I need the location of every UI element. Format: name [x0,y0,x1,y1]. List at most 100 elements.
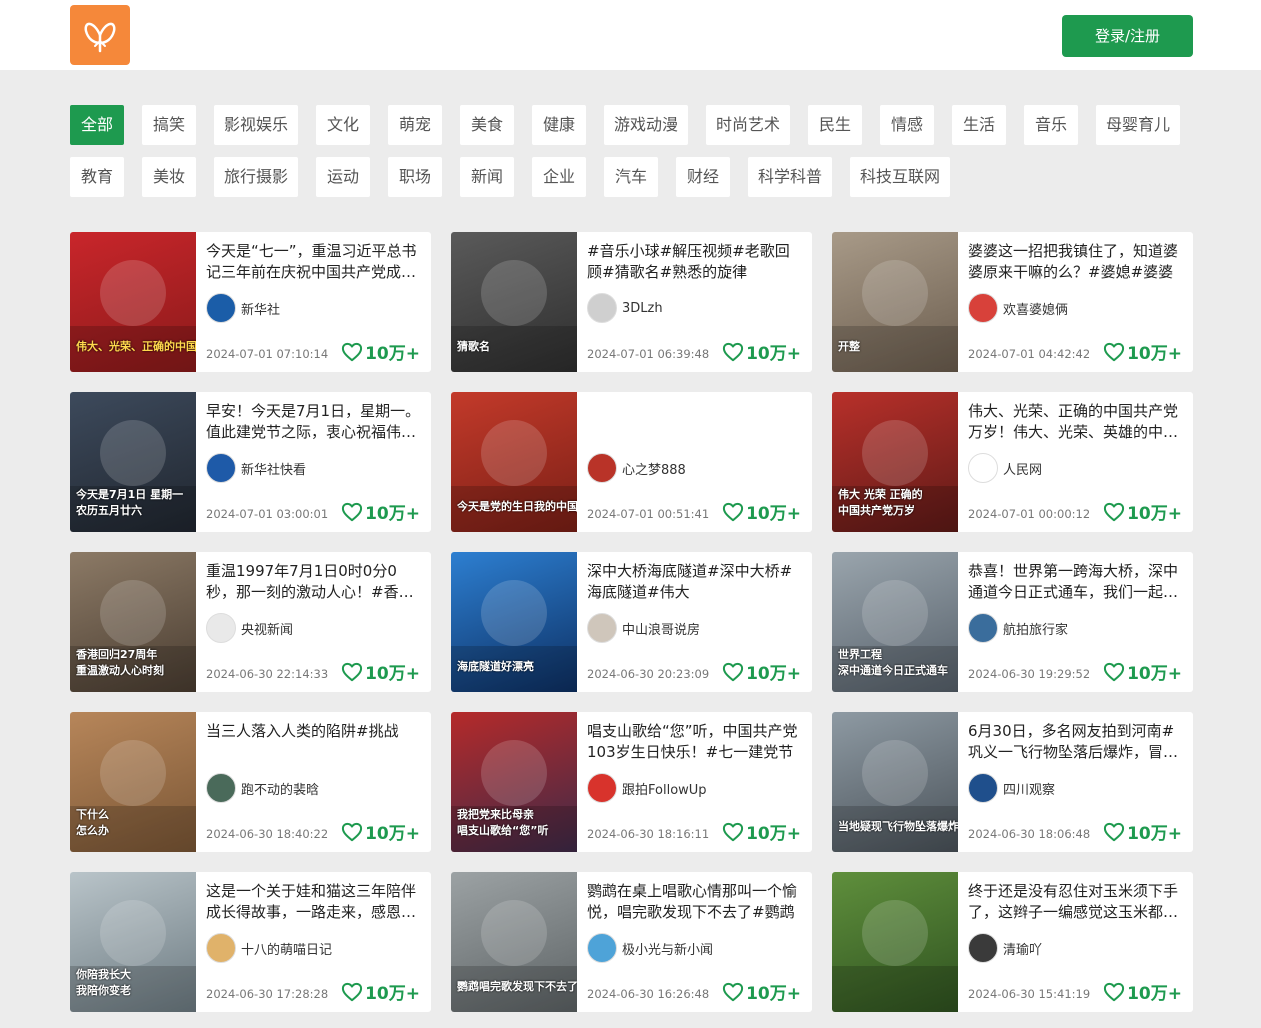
video-card[interactable]: 今天是党的生日我的中国 心之梦888 2024-07-01 00:51:41 10万+ [451,392,812,532]
category-tab[interactable]: 情感 [880,105,935,145]
video-card[interactable]: 你陪我长大我陪你变老这是一个关于娃和猫这三年陪伴成长得故事，一路走来，感恩陪伴十… [70,872,431,1012]
video-card[interactable]: 我把党来比母亲 唱支山歌给“您”听 唱支山歌给“您”听，中国共产党103岁生日快乐！… [451,712,812,852]
video-thumbnail[interactable]: 海底隧道好漂亮 [451,552,577,692]
category-tab[interactable]: 时尚艺术 [706,105,791,145]
category-tab[interactable]: 旅行摄影 [214,157,299,197]
author-info[interactable]: 人民网 [968,453,1042,483]
video-title[interactable]: 早安！今天是7月1日，星期一。值此建党节之际，衷心祝福伟大的党 [206,401,421,445]
like-count[interactable]: 10万+ [1103,659,1182,684]
category-tab[interactable]: 新闻 [460,157,515,197]
author-info[interactable]: 新华社快看 [206,453,306,483]
category-tab[interactable]: 汽车 [604,157,659,197]
video-card[interactable]: 下什么 怎么办 当三人落入人类的陷阱#挑战 跑不动的裴晗 2024-06-30 18:4… [70,712,431,852]
category-tab[interactable]: 教育 [70,157,124,197]
video-thumbnail[interactable]: 当地疑现飞行物坠落爆炸 [832,712,958,852]
like-count[interactable]: 10万+ [341,819,420,844]
category-tab[interactable]: 职场 [388,157,443,197]
video-title[interactable]: 伟大、光荣、正确的中国共产党万岁！伟大、光荣、英雄的中国人民万岁！ [968,401,1183,445]
video-title[interactable] [587,401,802,445]
author-info[interactable]: 跟拍FollowUp [587,773,707,803]
category-tab[interactable]: 游戏动漫 [604,105,689,145]
author-info[interactable]: 欢喜婆媳俩 [968,293,1068,323]
author-info[interactable]: 十八的萌喵日记 [206,933,332,963]
author-info[interactable]: 航拍旅行家 [968,613,1068,643]
author-info[interactable]: 心之梦888 [587,453,686,483]
category-tab[interactable]: 企业 [532,157,587,197]
video-card[interactable]: 今天是7月1日 星期一 农历五月廿六 早安！今天是7月1日，星期一。值此建党节之际，… [70,392,431,532]
video-card[interactable]: 猜歌名 #音乐小球#解压视频#老歌回顾#猜歌名#熟悉的旋律 3DLzh 2024-07… [451,232,812,372]
video-thumbnail[interactable]: 香港回归27周年 重温激动人心时刻 [70,552,196,692]
like-count[interactable]: 10万+ [1103,979,1182,1004]
like-count[interactable]: 10万+ [341,499,420,524]
category-tab[interactable]: 美食 [460,105,515,145]
video-card[interactable]: 世界工程 深中通道今日正式通车 恭喜！世界第一跨海大桥，深中通道今日正式通车，我们一… [832,552,1193,692]
video-title[interactable]: 6月30日，多名网友拍到河南#巩义一飞行物坠落后爆炸，冒出火光 [968,721,1183,765]
like-count[interactable]: 10万+ [722,819,801,844]
author-info[interactable]: 清瑜吖 [968,933,1042,963]
category-tab[interactable]: 科技互联网 [850,157,951,197]
category-tab[interactable]: 健康 [532,105,587,145]
author-info[interactable]: 跑不动的裴晗 [206,773,319,803]
like-count[interactable]: 10万+ [722,499,801,524]
video-thumbnail[interactable]: 伟大 光荣 正确的 中国共产党万岁 [832,392,958,532]
video-title[interactable]: 深中大桥海底隧道#深中大桥#海底隧道#伟大 [587,561,802,605]
video-thumbnail[interactable]: 今天是党的生日我的中国 [451,392,577,532]
like-count[interactable]: 10万+ [341,659,420,684]
author-info[interactable]: 央视新闻 [206,613,293,643]
author-info[interactable]: 3DLzh [587,293,663,323]
video-title[interactable]: 重温1997年7月1日0时0分0秒，那一刻的激动人心！#香港回归27周年 [206,561,421,605]
video-thumbnail[interactable]: 猜歌名 [451,232,577,372]
video-thumbnail[interactable]: 开整 [832,232,958,372]
like-count[interactable]: 10万+ [341,339,420,364]
category-tab[interactable]: 影视娱乐 [214,105,299,145]
video-title[interactable]: 终于还是没有忍住对玉米须下手了，这辫子一编感觉这玉米都精神了 [968,881,1183,925]
category-tab[interactable]: 财经 [676,157,731,197]
video-thumbnail[interactable]: 伟大、光荣、正确的中国共产党万岁！ [70,232,196,372]
video-card[interactable]: 伟大 光荣 正确的 中国共产党万岁 伟大、光荣、正确的中国共产党万岁！伟大、光荣、英… [832,392,1193,532]
video-card[interactable]: 香港回归27周年 重温激动人心时刻 重温1997年7月1日0时0分0秒，那一刻的激动… [70,552,431,692]
category-tab[interactable]: 文化 [316,105,371,145]
video-card[interactable]: 鹦鹉唱完歌发现下不去了 鹦鹉在桌上唱歌心情那叫一个愉悦，唱完歌发现下不去了#鹦鹉极… [451,872,812,1012]
category-tab[interactable]: 搞笑 [142,105,196,145]
video-thumbnail[interactable]: 今天是7月1日 星期一 农历五月廿六 [70,392,196,532]
category-tab[interactable]: 母婴育儿 [1096,105,1181,145]
like-count[interactable]: 10万+ [722,339,801,364]
video-thumbnail[interactable]: 下什么 怎么办 [70,712,196,852]
video-title[interactable]: 恭喜！世界第一跨海大桥，深中通道今日正式通车，我们一起去看看 [968,561,1183,605]
video-card[interactable]: 伟大、光荣、正确的中国共产党万岁！ 今天是“七一”，重温习近平总书记三年前在庆祝中… [70,232,431,372]
video-title[interactable]: 鹦鹉在桌上唱歌心情那叫一个愉悦，唱完歌发现下不去了#鹦鹉 [587,881,802,925]
category-tab[interactable]: 全部 [70,105,124,145]
video-card[interactable]: 终于还是没有忍住对玉米须下手了，这辫子一编感觉这玉米都精神了清瑜吖 2024-06… [832,872,1193,1012]
video-title[interactable]: 唱支山歌给“您”听，中国共产党103岁生日快乐！#七一建党节 [587,721,802,765]
like-count[interactable]: 10万+ [341,979,420,1004]
category-tab[interactable]: 民生 [808,105,863,145]
video-title[interactable]: 今天是“七一”，重温习近平总书记三年前在庆祝中国共产党成立100周年大会上的讲话 [206,241,421,285]
category-tab[interactable]: 萌宠 [388,105,443,145]
video-thumbnail[interactable] [832,872,958,1012]
video-title[interactable]: #音乐小球#解压视频#老歌回顾#猜歌名#熟悉的旋律 [587,241,802,285]
author-info[interactable]: 极小光与新小闻 [587,933,713,963]
like-count[interactable]: 10万+ [722,659,801,684]
author-info[interactable]: 四川观察 [968,773,1055,803]
video-card[interactable]: 开整 婆婆这一招把我镇住了，知道婆婆原来干嘛的么？#婆媳#婆婆 欢喜婆媳俩 2024-… [832,232,1193,372]
video-title[interactable]: 婆婆这一招把我镇住了，知道婆婆原来干嘛的么？#婆媳#婆婆 [968,241,1183,285]
category-tab[interactable]: 运动 [316,157,371,197]
category-tab[interactable]: 音乐 [1024,105,1079,145]
like-count[interactable]: 10万+ [1103,819,1182,844]
video-title[interactable]: 这是一个关于娃和猫这三年陪伴成长得故事，一路走来，感恩陪伴 [206,881,421,925]
like-count[interactable]: 10万+ [1103,499,1182,524]
category-tab[interactable]: 生活 [952,105,1007,145]
author-info[interactable]: 新华社 [206,293,280,323]
category-tab[interactable]: 科学科普 [748,157,833,197]
like-count[interactable]: 10万+ [1103,339,1182,364]
video-thumbnail[interactable]: 鹦鹉唱完歌发现下不去了 [451,872,577,1012]
video-title[interactable]: 当三人落入人类的陷阱#挑战 [206,721,421,765]
video-thumbnail[interactable]: 世界工程 深中通道今日正式通车 [832,552,958,692]
site-logo[interactable] [70,5,130,65]
category-tab[interactable]: 美妆 [142,157,196,197]
like-count[interactable]: 10万+ [722,979,801,1004]
video-thumbnail[interactable]: 你陪我长大 我陪你变老 [70,872,196,1012]
video-thumbnail[interactable]: 我把党来比母亲 唱支山歌给“您”听 [451,712,577,852]
login-register-button[interactable]: 登录/注册 [1062,15,1193,57]
author-info[interactable]: 中山浪哥说房 [587,613,700,643]
